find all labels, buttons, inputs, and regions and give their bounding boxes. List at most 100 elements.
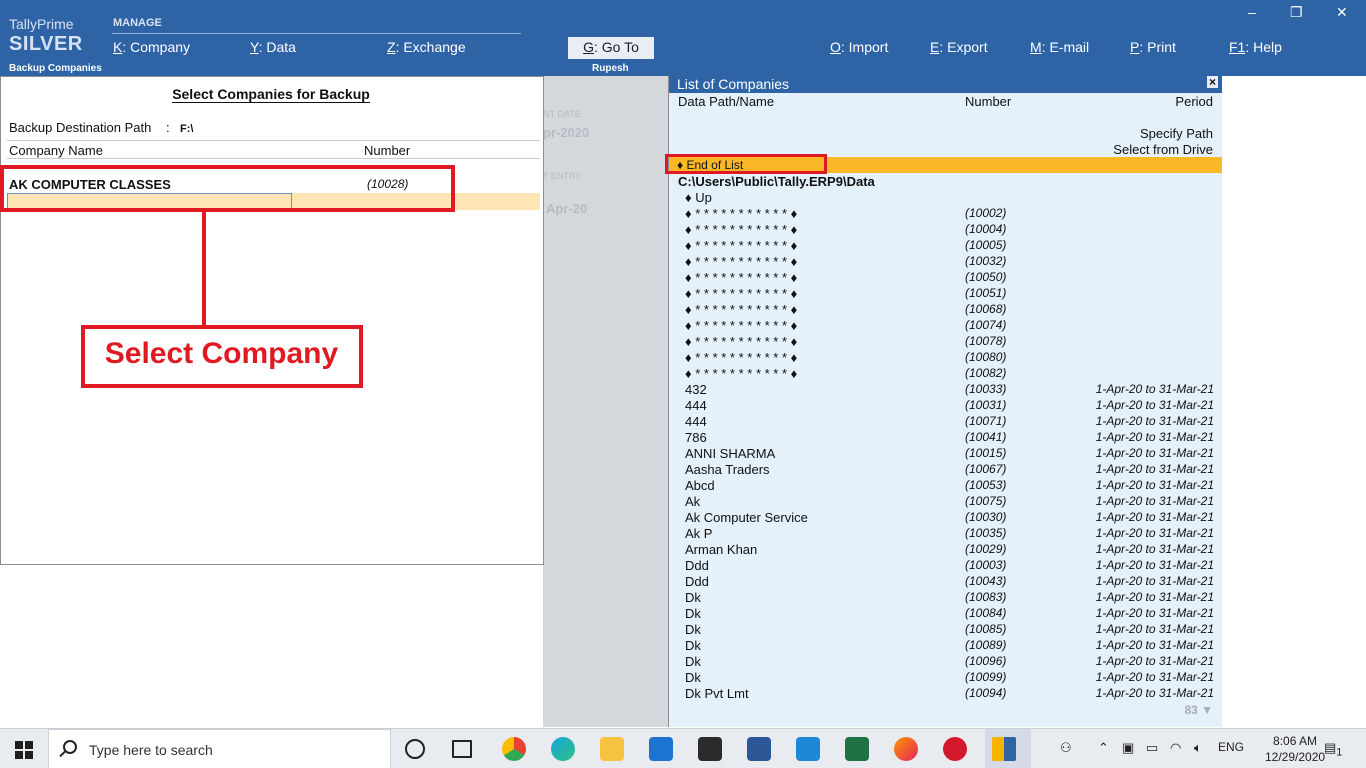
list-item[interactable]: Dk (10089) 1-Apr-20 to 31-Mar-21 [669, 638, 1222, 654]
list-item[interactable]: 786 (10041) 1-Apr-20 to 31-Mar-21 [669, 430, 1222, 446]
language-indicator[interactable]: ENG [1218, 740, 1244, 754]
list-item[interactable]: Dk Pvt Lmt (10094) 1-Apr-20 to 31-Mar-21 [669, 686, 1222, 702]
word-icon[interactable] [747, 737, 771, 761]
excel-icon[interactable] [845, 737, 869, 761]
list-item[interactable]: Dk (10084) 1-Apr-20 to 31-Mar-21 [669, 606, 1222, 622]
task-view-icon[interactable] [452, 740, 472, 758]
list-item[interactable]: Ak P (10035) 1-Apr-20 to 31-Mar-21 [669, 526, 1222, 542]
date: 12/29/2020 [1265, 750, 1326, 764]
file-explorer-icon[interactable] [600, 737, 624, 761]
menu-exchange[interactable]: Z: Exchange [387, 39, 466, 55]
company-number: (10084) [965, 606, 1007, 620]
ghost-label-1: NT DATE [543, 109, 581, 119]
select-from-drive-option[interactable]: Select from Drive [1113, 142, 1213, 157]
company-number: (10005) [965, 238, 1007, 252]
company-name: Ak P [685, 526, 713, 541]
store-icon[interactable] [698, 737, 722, 761]
list-item[interactable]: Abcd (10053) 1-Apr-20 to 31-Mar-21 [669, 478, 1222, 494]
list-item[interactable]: Dk (10085) 1-Apr-20 to 31-Mar-21 [669, 622, 1222, 638]
list-item[interactable]: ♦ * * * * * * * * * * * ♦ (10068) [669, 302, 1222, 318]
brand-name: TallyPrime [9, 16, 74, 32]
list-item[interactable]: ♦ * * * * * * * * * * * ♦ (10050) [669, 270, 1222, 286]
company-number: (10096) [965, 654, 1007, 668]
company-number: (10071) [965, 414, 1007, 428]
list-item[interactable]: Ak (10075) 1-Apr-20 to 31-Mar-21 [669, 494, 1222, 510]
menu-help[interactable]: F1: Help [1229, 39, 1282, 55]
menu-data[interactable]: Y: Data [250, 39, 296, 55]
company-name: 786 [685, 430, 707, 445]
destination-label: Backup Destination Path [9, 120, 152, 135]
windows-start-icon[interactable] [15, 741, 33, 759]
menu-print[interactable]: P: Print [1130, 39, 1176, 55]
button-bar-area [1222, 76, 1366, 727]
close-icon[interactable]: × [1207, 76, 1218, 88]
header-period: Period [1175, 94, 1213, 109]
list-item[interactable]: ♦ * * * * * * * * * * * ♦ (10078) [669, 334, 1222, 350]
company-period: 1-Apr-20 to 31-Mar-21 [1095, 446, 1214, 460]
list-item[interactable]: ♦ * * * * * * * * * * * ♦ (10051) [669, 286, 1222, 302]
company-number: (10033) [965, 382, 1007, 396]
list-item[interactable]: Arman Khan (10029) 1-Apr-20 to 31-Mar-21 [669, 542, 1222, 558]
list-item[interactable]: 444 (10031) 1-Apr-20 to 31-Mar-21 [669, 398, 1222, 414]
list-item[interactable]: ANNI SHARMA (10015) 1-Apr-20 to 31-Mar-21 [669, 446, 1222, 462]
list-item[interactable]: ♦ * * * * * * * * * * * ♦ (10074) [669, 318, 1222, 334]
company-period: 1-Apr-20 to 31-Mar-21 [1095, 494, 1214, 508]
header-number: Number [965, 94, 1012, 109]
list-item[interactable]: Ddd (10043) 1-Apr-20 to 31-Mar-21 [669, 574, 1222, 590]
destination-path-field[interactable]: F:\ [180, 123, 193, 135]
battery-icon[interactable]: ▭ [1146, 740, 1158, 756]
taskbar-search[interactable]: Type here to search [48, 729, 391, 768]
company-number: (10083) [965, 590, 1007, 604]
company-period: 1-Apr-20 to 31-Mar-21 [1095, 478, 1214, 492]
company-name: ♦ * * * * * * * * * * * ♦ [685, 222, 798, 237]
specify-path-option[interactable]: Specify Path [1140, 126, 1213, 141]
up-folder-item[interactable]: ♦ Up [685, 190, 712, 205]
chrome-icon[interactable] [502, 737, 526, 761]
user-name: Rupesh [592, 63, 629, 74]
clock[interactable]: 8:06 AM 12/29/2020 [1265, 733, 1325, 765]
cortana-icon[interactable] [405, 739, 425, 759]
list-item[interactable]: ♦ * * * * * * * * * * * ♦ (10005) [669, 238, 1222, 254]
notification-icon[interactable]: ▤1 [1324, 740, 1342, 759]
company-name: 432 [685, 382, 707, 397]
list-item[interactable]: ♦ * * * * * * * * * * * ♦ (10002) [669, 206, 1222, 222]
goto-button[interactable]: G: Go To [568, 37, 654, 59]
menu-import[interactable]: O: Import [830, 39, 888, 55]
close-icon[interactable]: ✕ [1336, 4, 1348, 21]
list-item[interactable]: Aasha Traders (10067) 1-Apr-20 to 31-Mar-2… [669, 462, 1222, 478]
firefox-icon[interactable] [894, 737, 918, 761]
more-items-indicator[interactable]: 83 ▼ [1184, 703, 1213, 717]
list-item[interactable]: ♦ * * * * * * * * * * * ♦ (10004) [669, 222, 1222, 238]
vscode-icon[interactable] [796, 737, 820, 761]
minimize-icon[interactable]: ‒ [1248, 4, 1256, 20]
title-strip: Backup Companies Rupesh [0, 62, 1366, 76]
list-item[interactable]: ♦ * * * * * * * * * * * ♦ (10082) [669, 366, 1222, 382]
search-placeholder: Type here to search [89, 742, 213, 758]
menu-export[interactable]: E: Export [930, 39, 988, 55]
annotation-highlight-box [0, 165, 455, 212]
people-icon[interactable]: ⚇ [1060, 740, 1072, 756]
restore-icon[interactable]: ❐ [1290, 4, 1303, 21]
list-item[interactable]: Dk (10096) 1-Apr-20 to 31-Mar-21 [669, 654, 1222, 670]
list-item[interactable]: ♦ * * * * * * * * * * * ♦ (10080) [669, 350, 1222, 366]
chevron-up-icon[interactable]: ⌃ [1098, 740, 1109, 756]
company-period: 1-Apr-20 to 31-Mar-21 [1095, 574, 1214, 588]
list-item[interactable]: Ak Computer Service (10030) 1-Apr-20 to 31… [669, 510, 1222, 526]
company-period: 1-Apr-20 to 31-Mar-21 [1095, 622, 1214, 636]
list-item[interactable]: Dk (10083) 1-Apr-20 to 31-Mar-21 [669, 590, 1222, 606]
volume-icon[interactable]: 🔈︎ [1194, 740, 1202, 756]
tally-icon[interactable] [992, 737, 1016, 761]
list-item[interactable]: ♦ * * * * * * * * * * * ♦ (10032) [669, 254, 1222, 270]
list-item[interactable]: 432 (10033) 1-Apr-20 to 31-Mar-21 [669, 382, 1222, 398]
menu-company[interactable]: K: Company [113, 39, 190, 55]
edge-icon[interactable] [551, 737, 575, 761]
annotation-end-of-list-box [665, 154, 827, 174]
wifi-icon[interactable]: ◠ [1170, 740, 1181, 756]
menu-email[interactable]: M: E-mail [1030, 39, 1089, 55]
list-item[interactable]: Dk (10099) 1-Apr-20 to 31-Mar-21 [669, 670, 1222, 686]
network-icon[interactable]: ▣ [1122, 740, 1134, 756]
list-item[interactable]: 444 (10071) 1-Apr-20 to 31-Mar-21 [669, 414, 1222, 430]
list-item[interactable]: Ddd (10003) 1-Apr-20 to 31-Mar-21 [669, 558, 1222, 574]
mail-icon[interactable] [649, 737, 673, 761]
opera-icon[interactable] [943, 737, 967, 761]
